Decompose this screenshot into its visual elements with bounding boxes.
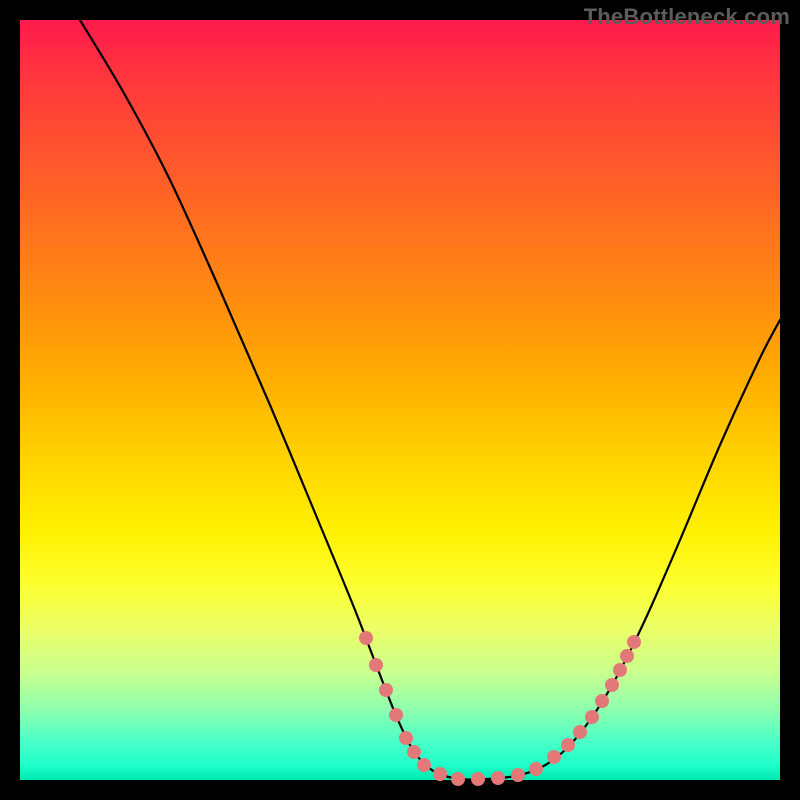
dense-marker	[359, 631, 373, 645]
dense-marker	[561, 738, 575, 752]
dense-marker	[547, 750, 561, 764]
dense-marker	[605, 678, 619, 692]
dense-marker	[379, 683, 393, 697]
dense-marker	[451, 772, 465, 786]
dense-marker	[433, 767, 447, 781]
dense-marker	[369, 658, 383, 672]
dense-marker	[417, 758, 431, 772]
dense-marker	[595, 694, 609, 708]
plot-area	[20, 20, 780, 780]
dense-marker	[407, 745, 421, 759]
dense-marker	[573, 725, 587, 739]
dense-marker	[389, 708, 403, 722]
dense-marker	[529, 762, 543, 776]
chart-frame: TheBottleneck.com	[0, 0, 800, 800]
dense-marker	[399, 731, 413, 745]
dense-marker	[613, 663, 627, 677]
watermark-text: TheBottleneck.com	[584, 4, 790, 30]
curve-svg	[20, 20, 780, 780]
dense-marker	[491, 771, 505, 785]
bottleneck-curve	[80, 20, 780, 780]
dense-marker	[627, 635, 641, 649]
dense-marker	[471, 772, 485, 786]
dense-marker	[511, 768, 525, 782]
dense-marker	[585, 710, 599, 724]
dense-marker	[620, 649, 634, 663]
